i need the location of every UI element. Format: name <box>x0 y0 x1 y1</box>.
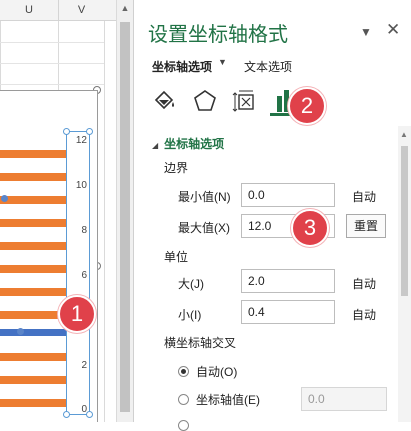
column-header-u[interactable]: U <box>0 0 58 21</box>
grid-line <box>0 84 104 85</box>
selection-handle[interactable] <box>63 411 70 418</box>
callout-badge: 3 <box>291 209 329 247</box>
fill-line-icon[interactable] <box>150 86 180 116</box>
bounds-label: 边界 <box>164 161 189 175</box>
orange-bar[interactable] <box>0 196 66 204</box>
vertical-axis-selection[interactable]: 12 10 8 6 4 2 0 <box>63 128 93 418</box>
chevron-down-icon[interactable]: ▼ <box>218 57 227 67</box>
orange-bar[interactable] <box>0 173 66 181</box>
orange-bar[interactable] <box>0 219 66 227</box>
orange-bar[interactable] <box>0 242 66 250</box>
pane-tabs: 坐标轴选项 ▼ 文本选项 <box>152 57 292 75</box>
pentagon-icon <box>194 90 216 111</box>
pane-title: 设置坐标轴格式 <box>148 24 288 46</box>
axis-tick-label: 2 <box>81 360 87 371</box>
selection-handle[interactable] <box>86 128 93 135</box>
callout-number: 3 <box>303 215 317 240</box>
orange-bar[interactable] <box>0 265 66 273</box>
grid-line <box>0 42 104 43</box>
paint-bucket-icon <box>154 90 174 110</box>
data-point[interactable] <box>1 195 8 202</box>
data-point[interactable] <box>17 328 24 335</box>
orange-bar[interactable] <box>0 399 66 407</box>
max-label: 最大值(X) <box>178 221 230 235</box>
callout-badge: 2 <box>288 87 326 125</box>
scroll-thumb[interactable] <box>120 22 130 412</box>
tab-axis-options[interactable]: 坐标轴选项 <box>152 60 212 74</box>
axis-tick-label: 8 <box>81 225 87 236</box>
tab-text-options[interactable]: 文本选项 <box>244 58 304 75</box>
minor-unit-label: 小(I) <box>178 308 202 322</box>
scroll-up-arrow-icon[interactable]: ▲ <box>117 0 133 17</box>
radio-axis-value[interactable] <box>178 394 189 405</box>
axis-tick-label: 6 <box>81 270 87 281</box>
collapse-triangle-icon[interactable]: ◢ <box>152 141 158 150</box>
column-header-u-label: U <box>25 4 33 16</box>
column-header-v[interactable]: V <box>58 0 104 21</box>
selection-handle[interactable] <box>86 411 93 418</box>
major-unit-input[interactable]: 2.0 <box>241 269 335 293</box>
selection-handle[interactable] <box>63 128 70 135</box>
section-title: 坐标轴选项 <box>164 137 225 151</box>
column-header-v-label: V <box>77 4 86 16</box>
size-properties-icon[interactable] <box>230 86 260 116</box>
effects-icon[interactable] <box>190 86 220 116</box>
grid-line <box>0 63 104 64</box>
min-value-input[interactable]: 0.0 <box>241 183 335 207</box>
minor-unit-status: 自动 <box>352 308 377 322</box>
callout-badge: 1 <box>58 295 96 333</box>
min-label: 最小值(N) <box>178 190 231 204</box>
size-icon <box>232 90 254 112</box>
pane-options-icon[interactable]: ▼ <box>360 25 372 39</box>
min-status: 自动 <box>352 190 377 204</box>
column-header-blank <box>104 0 116 21</box>
sheet-vertical-scrollbar[interactable]: ▲ <box>116 0 133 422</box>
reset-button[interactable]: 重置 <box>346 214 386 238</box>
axis-tick-label: 10 <box>75 180 87 191</box>
orange-bar[interactable] <box>0 150 66 158</box>
format-axis-pane: 设置坐标轴格式 ▼ ✕ 坐标轴选项 ▼ 文本选项 2 ▲ ◢ 坐标轴选项 边界 … <box>133 0 411 431</box>
blue-bar[interactable] <box>0 329 66 336</box>
orange-bar[interactable] <box>0 311 66 319</box>
callout-number: 1 <box>70 301 84 326</box>
grid-line <box>104 21 105 422</box>
sheet-area: U V 12 10 8 6 4 2 0 1 <box>0 0 116 422</box>
scroll-up-arrow-icon[interactable]: ▲ <box>400 130 408 139</box>
axis-tick-label: 12 <box>75 135 87 146</box>
callout-number: 2 <box>300 93 314 118</box>
orange-bar[interactable] <box>0 353 66 361</box>
radio-auto-label[interactable]: 自动(O) <box>196 363 237 380</box>
units-label: 单位 <box>164 250 189 264</box>
axis-value-input[interactable]: 0.0 <box>301 387 387 411</box>
orange-bar[interactable] <box>0 376 66 384</box>
scroll-thumb[interactable] <box>401 146 408 296</box>
orange-bar[interactable] <box>0 288 66 296</box>
close-icon[interactable]: ✕ <box>386 20 400 40</box>
radio-axis-value-label[interactable]: 坐标轴值(E) <box>196 391 260 408</box>
axis-crosses-label: 横坐标轴交叉 <box>164 336 237 350</box>
radio-auto[interactable] <box>178 366 189 377</box>
major-unit-status: 自动 <box>352 277 377 291</box>
pane-scrollbar[interactable]: ▲ <box>398 126 411 422</box>
section-axis-options[interactable]: ◢ 坐标轴选项 <box>152 135 224 152</box>
minor-unit-input[interactable]: 0.4 <box>241 300 335 324</box>
major-unit-label: 大(J) <box>178 277 204 291</box>
